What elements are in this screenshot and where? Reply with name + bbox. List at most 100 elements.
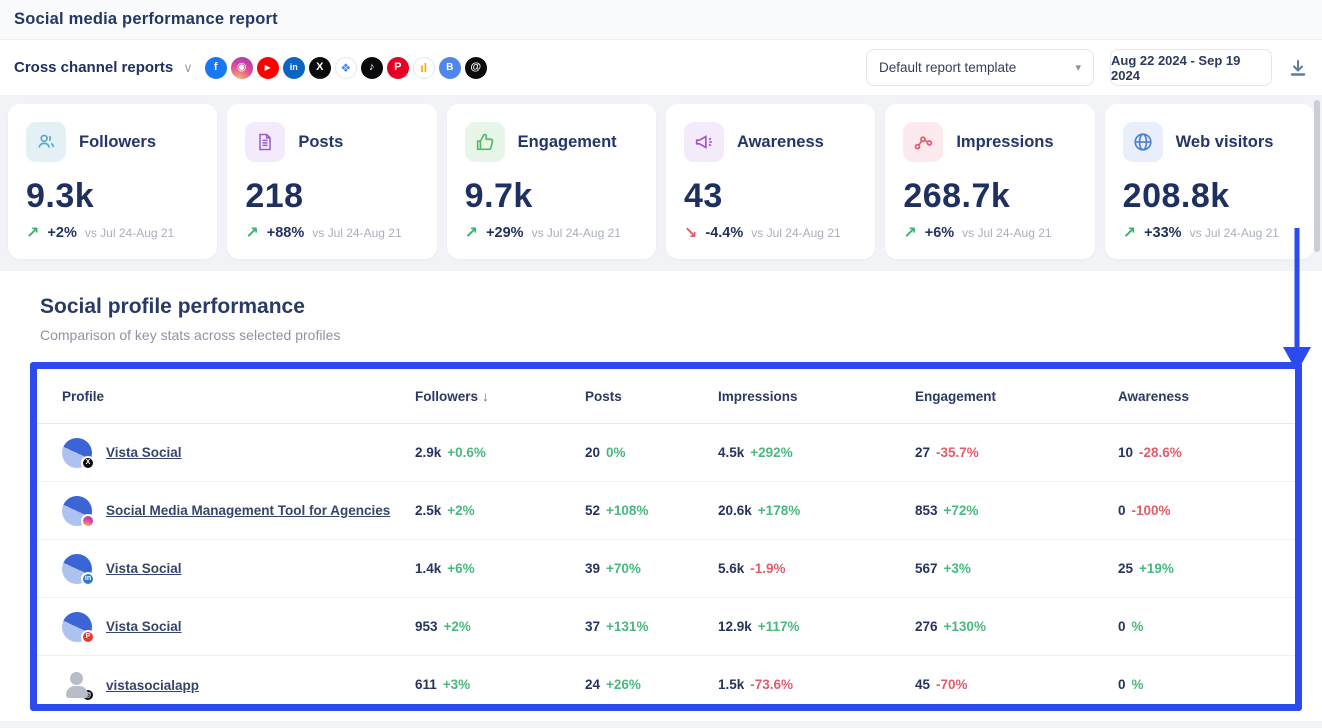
- impressions-delta: -1.9%: [750, 561, 785, 576]
- column-header-awareness[interactable]: Awareness: [1118, 389, 1295, 404]
- posts-value: 52: [585, 503, 600, 518]
- awareness-delta: %: [1132, 677, 1144, 692]
- stat-delta: +2%: [47, 225, 76, 241]
- followers-value: 2.5k: [415, 503, 441, 518]
- stat-comparison-period: vs Jul 24-Aug 21: [962, 226, 1051, 240]
- stat-delta: +33%: [1144, 225, 1182, 241]
- profile-link[interactable]: vistasocialapp: [106, 678, 199, 693]
- pinterest-icon[interactable]: P: [387, 57, 409, 79]
- followers-value: 1.4k: [415, 561, 441, 576]
- download-button[interactable]: [1288, 58, 1308, 78]
- tiktok-icon[interactable]: ♪: [361, 57, 383, 79]
- profile-avatar: X: [62, 438, 92, 468]
- engagement-value: 567: [915, 561, 938, 576]
- stat-delta: -4.4%: [705, 225, 743, 241]
- instagram-badge-icon: [81, 514, 95, 528]
- stat-comparison-period: vs Jul 24-Aug 21: [1190, 226, 1279, 240]
- awareness-value: 0: [1118, 503, 1126, 518]
- blogger-icon[interactable]: B: [439, 57, 461, 79]
- posts-icon: [245, 122, 285, 162]
- posts-value: 24: [585, 677, 600, 692]
- profile-avatar: [62, 496, 92, 526]
- posts-delta: +131%: [606, 619, 648, 634]
- trend-up-icon: ↗: [26, 223, 39, 243]
- stat-delta: +6%: [925, 225, 954, 241]
- date-range-picker[interactable]: Aug 22 2024 - Sep 19 2024: [1110, 49, 1272, 86]
- engagement-delta: +3%: [944, 561, 971, 576]
- stat-label: Engagement: [518, 133, 617, 152]
- stat-card-awareness: Awareness 43 ↘ -4.4% vs Jul 24-Aug 21: [666, 104, 875, 259]
- followers-delta: +2%: [447, 503, 474, 518]
- table-header-row: Profile Followers↓ Posts Impressions Eng…: [37, 369, 1295, 424]
- profile-avatar: in: [62, 554, 92, 584]
- trend-down-icon: ↘: [684, 223, 697, 243]
- stat-label: Awareness: [737, 133, 824, 152]
- profile-link[interactable]: Vista Social: [106, 619, 182, 634]
- stat-value: 208.8k: [1123, 177, 1300, 216]
- awareness-value: 0: [1118, 619, 1126, 634]
- impressions-value: 12.9k: [718, 619, 752, 634]
- threads-icon[interactable]: @: [465, 57, 487, 79]
- download-icon: [1288, 58, 1308, 78]
- followers-icon: [26, 122, 66, 162]
- engagement-value: 27: [915, 445, 930, 460]
- x-twitter-icon[interactable]: X: [309, 57, 331, 79]
- awareness-value: 10: [1118, 445, 1133, 460]
- awareness-delta: -100%: [1132, 503, 1171, 518]
- stat-value: 268.7k: [903, 177, 1080, 216]
- awareness-delta: +19%: [1139, 561, 1174, 576]
- engagement-value: 853: [915, 503, 938, 518]
- awareness-delta: -28.6%: [1139, 445, 1182, 460]
- engagement-value: 276: [915, 619, 938, 634]
- followers-delta: +2%: [444, 619, 471, 634]
- cross-channel-reports-label[interactable]: Cross channel reports: [14, 59, 173, 76]
- posts-delta: 0%: [606, 445, 626, 460]
- report-template-value: Default report template: [879, 60, 1016, 75]
- column-header-impressions[interactable]: Impressions: [718, 389, 915, 404]
- engagement-icon: [465, 122, 505, 162]
- posts-value: 39: [585, 561, 600, 576]
- bluesky-icon[interactable]: ❖: [335, 57, 357, 79]
- stat-card-posts: Posts 218 ↗ +88% vs Jul 24-Aug 21: [227, 104, 436, 259]
- chevron-down-icon[interactable]: ∨: [183, 60, 193, 76]
- column-header-profile[interactable]: Profile: [62, 389, 415, 404]
- engagement-delta: -70%: [936, 677, 968, 692]
- profile-link[interactable]: Social Media Management Tool for Agencie…: [106, 503, 390, 518]
- linkedin-badge-icon: in: [81, 572, 95, 586]
- impressions-value: 20.6k: [718, 503, 752, 518]
- scrollbar[interactable]: [1314, 100, 1320, 252]
- report-template-select[interactable]: Default report template ▾: [866, 49, 1094, 86]
- google-analytics-icon[interactable]: ıl: [413, 57, 435, 79]
- web-visitors-icon: [1123, 122, 1163, 162]
- impressions-delta: +117%: [758, 619, 800, 634]
- table-row: P Vista Social 953+2% 37+131% 12.9k+117%…: [37, 598, 1295, 656]
- posts-delta: +108%: [606, 503, 648, 518]
- stat-card-engagement: Engagement 9.7k ↗ +29% vs Jul 24-Aug 21: [447, 104, 656, 259]
- social-profile-performance-panel: Social profile performance Comparison of…: [0, 271, 1322, 721]
- instagram-icon[interactable]: ◉: [231, 57, 253, 79]
- profile-link[interactable]: Vista Social: [106, 561, 182, 576]
- select-caret-icon: ▾: [1075, 61, 1081, 74]
- linkedin-icon[interactable]: in: [283, 57, 305, 79]
- posts-value: 37: [585, 619, 600, 634]
- section-title: Social profile performance: [40, 295, 1322, 319]
- column-header-followers[interactable]: Followers↓: [415, 389, 585, 404]
- youtube-icon[interactable]: ▶: [257, 57, 279, 79]
- column-header-posts[interactable]: Posts: [585, 389, 718, 404]
- facebook-icon[interactable]: f: [205, 57, 227, 79]
- impressions-value: 4.5k: [718, 445, 744, 460]
- stat-delta: +29%: [486, 225, 524, 241]
- impressions-value: 5.6k: [718, 561, 744, 576]
- profile-link[interactable]: Vista Social: [106, 445, 182, 460]
- trend-up-icon: ↗: [465, 223, 478, 243]
- stat-label: Posts: [298, 133, 343, 152]
- x-twitter-badge-icon: X: [81, 456, 95, 470]
- impressions-delta: +178%: [758, 503, 800, 518]
- awareness-icon: [684, 122, 724, 162]
- column-header-engagement[interactable]: Engagement: [915, 389, 1118, 404]
- table-row: X Vista Social 2.9k+0.6% 200% 4.5k+292% …: [37, 424, 1295, 482]
- posts-delta: +26%: [606, 677, 641, 692]
- followers-value: 953: [415, 619, 438, 634]
- stat-card-impressions: Impressions 268.7k ↗ +6% vs Jul 24-Aug 2…: [885, 104, 1094, 259]
- awareness-value: 25: [1118, 561, 1133, 576]
